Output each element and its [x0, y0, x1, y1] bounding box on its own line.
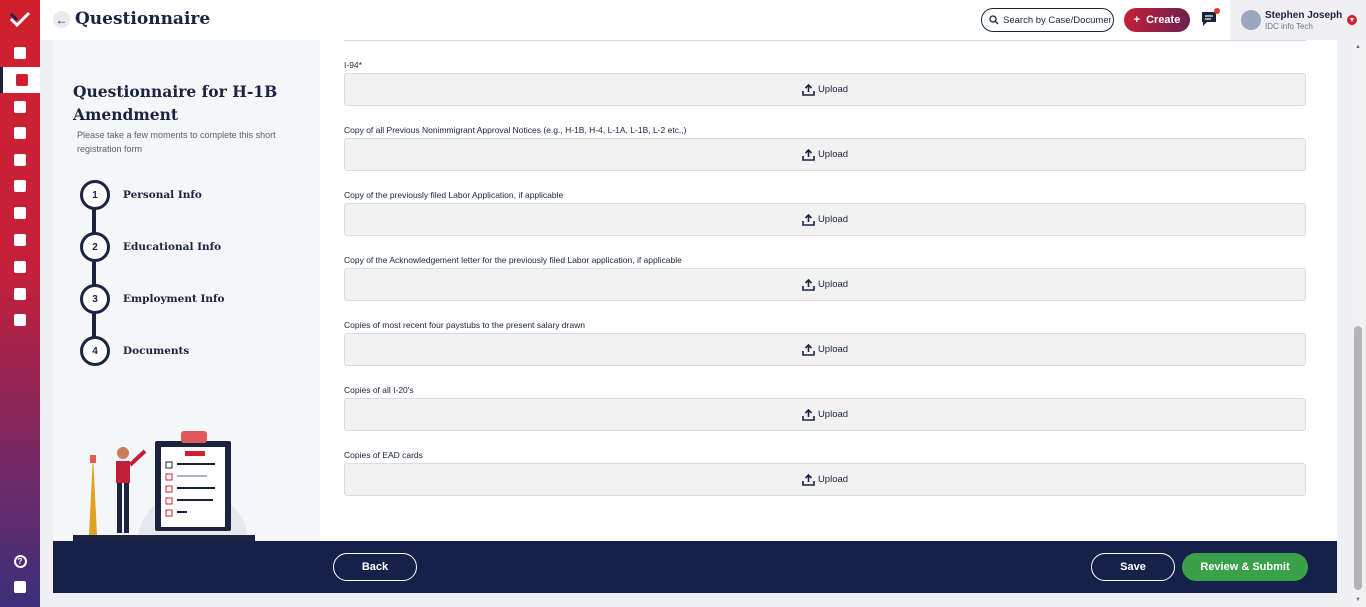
field-label-ead-cards: Copies of EAD cards [344, 450, 423, 460]
notification-dot [1214, 8, 1220, 14]
guide-icon [14, 581, 26, 593]
step-1-circle[interactable]: 1 [80, 180, 110, 210]
upload-label: Upload [817, 279, 849, 290]
save-button[interactable]: Save [1091, 553, 1175, 581]
upload-icon [802, 278, 815, 291]
sidebar-item-messages[interactable] [0, 120, 40, 146]
field-label-paystubs: Copies of most recent four paystubs to t… [344, 320, 585, 330]
user-org: IDC info Tech [1265, 22, 1313, 31]
document-icon [15, 74, 28, 86]
field-label-i94: I-94* [344, 60, 362, 70]
group-icon [14, 314, 26, 326]
sidebar-item-dashboard[interactable] [0, 40, 40, 66]
upload-icon [802, 343, 815, 356]
upload-icon [802, 213, 815, 226]
form-icon [14, 180, 26, 192]
upload-i94[interactable]: Upload [344, 73, 1306, 106]
questionnaire-card: Questionnaire for H-1B Amendment Please … [53, 40, 1337, 541]
sidebar-item-contacts[interactable] [0, 281, 40, 307]
upload-label: Upload [817, 409, 849, 420]
create-button[interactable]: + Create [1124, 8, 1190, 32]
step-1-label[interactable]: Personal Info [123, 189, 202, 201]
upload-icon [802, 148, 815, 161]
upload-acknowledgement-letter[interactable]: Upload [344, 268, 1306, 301]
sidebar-item-notes[interactable] [0, 254, 40, 280]
user-name: Stephen Joseph [1265, 10, 1343, 21]
upload-label: Upload [817, 344, 849, 355]
top-header: ← Questionnaire + Create Stephen Joseph … [40, 0, 1366, 40]
field-label-acknowledgement-letter: Copy of the Acknowledgement letter for t… [344, 255, 682, 265]
upload-label: Upload [817, 474, 849, 485]
sidebar-item-help[interactable]: ? [0, 548, 40, 574]
user-menu[interactable]: Stephen Joseph IDC info Tech ▼ [1230, 0, 1366, 40]
search-box[interactable] [981, 8, 1114, 32]
arrow-left-icon[interactable]: ← [53, 11, 70, 28]
avatar [1241, 10, 1261, 30]
upload-icon [802, 473, 815, 486]
field-label-labor-application: Copy of the previously filed Labor Appli… [344, 190, 564, 200]
upload-label: Upload [817, 214, 849, 225]
sidebar-item-library[interactable] [0, 147, 40, 173]
steps-panel: Questionnaire for H-1B Amendment Please … [53, 40, 320, 541]
building-icon [14, 207, 26, 219]
step-2-label[interactable]: Educational Info [123, 241, 221, 253]
create-label: Create [1146, 14, 1181, 26]
chat-icon [14, 127, 26, 139]
chevron-down-icon[interactable]: ▼ [1347, 15, 1357, 25]
sidebar: ? [0, 0, 40, 607]
page-title: Questionnaire [75, 9, 211, 29]
step-3-label[interactable]: Employment Info [123, 293, 225, 305]
person-icon [14, 288, 26, 300]
app-logo[interactable] [8, 8, 32, 32]
steps-connector [92, 194, 96, 352]
user-icon [14, 234, 26, 246]
plus-icon: + [1133, 14, 1141, 26]
scroll-down-icon[interactable]: ▼ [1354, 596, 1362, 604]
book-icon [14, 154, 26, 166]
scroll-up-icon[interactable]: ▲ [1354, 43, 1362, 51]
upload-icon [802, 408, 815, 421]
search-icon [989, 15, 999, 25]
form-footer: Back Save Review & Submit [53, 541, 1337, 593]
upload-icon [802, 83, 815, 96]
field-label-i20s: Copies of all I-20's [344, 385, 414, 395]
checklist-illustration [73, 431, 255, 541]
sidebar-item-questionnaire[interactable] [0, 173, 40, 199]
section-divider [344, 40, 1306, 41]
questionnaire-title: Questionnaire for H-1B Amendment [73, 82, 278, 124]
sidebar-item-cases[interactable] [0, 67, 40, 93]
dashboard-icon [14, 47, 26, 59]
sidebar-item-teams[interactable] [0, 307, 40, 333]
scrollbar-thumb[interactable] [1354, 326, 1362, 590]
notes-icon [14, 261, 26, 273]
sidebar-item-companies[interactable] [0, 200, 40, 226]
upload-ead-cards[interactable]: Upload [344, 463, 1306, 496]
help-icon: ? [13, 554, 27, 568]
step-4-label[interactable]: Documents [123, 345, 189, 357]
upload-label: Upload [817, 84, 849, 95]
upload-label: Upload [817, 149, 849, 160]
sidebar-item-guide[interactable] [0, 574, 40, 600]
sidebar-item-forms[interactable] [0, 94, 40, 120]
back-button[interactable]: Back [333, 553, 417, 581]
field-label-approval-notices: Copy of all Previous Nonimmigrant Approv… [344, 125, 687, 135]
step-2-circle[interactable]: 2 [80, 232, 110, 262]
step-3-circle[interactable]: 3 [80, 284, 110, 314]
file-edit-icon [14, 101, 26, 113]
review-submit-button[interactable]: Review & Submit [1182, 553, 1308, 581]
search-input[interactable] [1003, 14, 1111, 26]
step-4-circle[interactable]: 4 [80, 336, 110, 366]
upload-approval-notices[interactable]: Upload [344, 138, 1306, 171]
sidebar-item-users[interactable] [0, 227, 40, 253]
upload-labor-application[interactable]: Upload [344, 203, 1306, 236]
upload-i20s[interactable]: Upload [344, 398, 1306, 431]
questionnaire-description: Please take a few moments to complete th… [77, 130, 276, 154]
upload-paystubs[interactable]: Upload [344, 333, 1306, 366]
